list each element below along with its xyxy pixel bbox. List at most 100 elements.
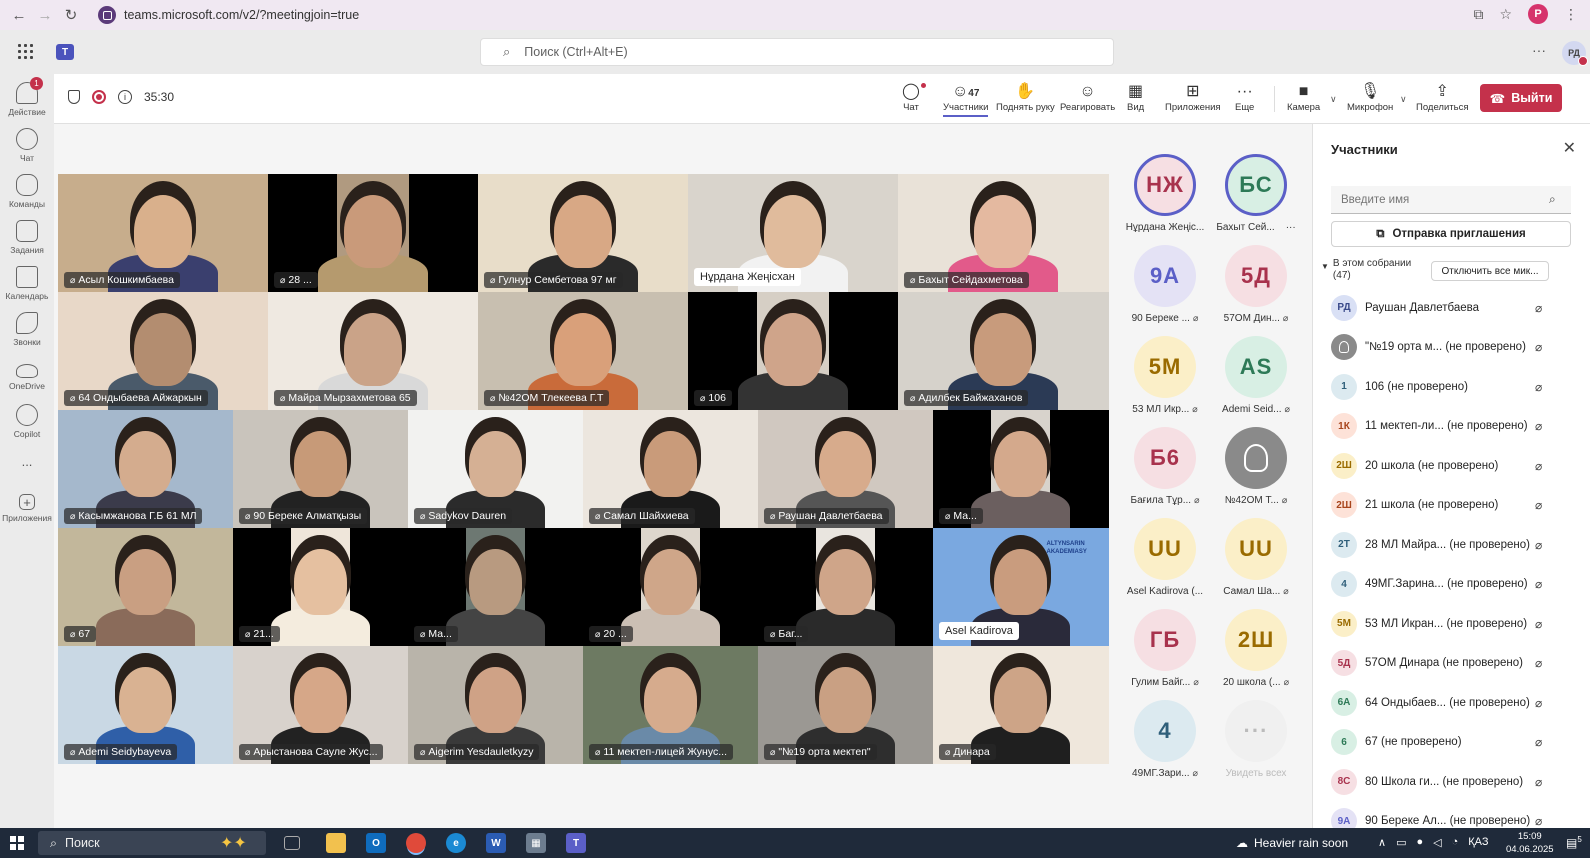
install-app-icon[interactable]: ⧉ [1473, 6, 1483, 23]
mic-off-icon[interactable]: ⌀ [1535, 301, 1542, 315]
user-avatar[interactable]: РД [1562, 41, 1588, 66]
video-tile[interactable]: ⌀ №42ОМ Тлекеева Г.Т [478, 292, 689, 410]
close-icon[interactable]: ✕ [1563, 138, 1576, 158]
video-tile[interactable]: ⌀ 28 ... [268, 174, 479, 292]
more-actions-button[interactable]: ··· Еще [1235, 82, 1254, 113]
react-button[interactable]: ☺ Реагировать [1060, 82, 1115, 113]
mic-off-icon[interactable]: ⌀ [1535, 380, 1542, 394]
participant-row[interactable]: 5М 53 МЛ Икран... (не проверено) ⌀ [1313, 604, 1590, 644]
video-tile[interactable]: Нұрдана Жеңісхан [688, 174, 899, 292]
video-tile[interactable]: ⌀ Aigerim Yesdauletkyzy [408, 646, 584, 764]
browser-menu-icon[interactable]: ⋮ [1564, 6, 1578, 23]
video-tile[interactable]: ⌀ Ademi Seidybayeva [58, 646, 234, 764]
gallery-avatar[interactable]: Б6 Бағила Тұр... ⌀ [1120, 427, 1210, 506]
mic-button[interactable]: 🎙 Микрофон [1347, 82, 1393, 113]
microphone-icon[interactable]: ● [1416, 836, 1423, 849]
rail-chat[interactable]: Чат [0, 128, 54, 163]
gallery-avatar[interactable]: НЖ Нұрдана Жеңіс... [1120, 154, 1210, 233]
video-tile[interactable]: ⌀ Адилбек Байжаханов [898, 292, 1109, 410]
participant-row[interactable]: "№19 орта м... (не проверено) ⌀ [1313, 328, 1590, 368]
rail-more[interactable]: ... [0, 454, 54, 469]
gallery-avatar[interactable]: 5М 53 МЛ Икр... ⌀ [1120, 336, 1210, 415]
rail-activity[interactable]: 1 Действие [0, 77, 54, 117]
video-tile[interactable]: ⌀ 20 ... [583, 528, 759, 646]
participant-row[interactable]: 8С 80 Школа ги... (не проверено) ⌀ [1313, 762, 1590, 802]
mic-off-icon[interactable]: ⌀ [1535, 577, 1542, 591]
mic-off-icon[interactable]: ⌀ [1535, 419, 1542, 433]
rail-teams[interactable]: Команды [0, 174, 54, 209]
rail-onedrive[interactable]: OneDrive [0, 358, 54, 391]
video-tile[interactable]: ⌀ 21... [233, 528, 409, 646]
video-tile[interactable]: ⌀ Гулнур Сембетова 97 мг [478, 174, 689, 292]
gallery-avatar[interactable]: AS Ademi Seid... ⌀ [1211, 336, 1301, 415]
participant-row[interactable]: 2Ш 21 школа (не проверено) ⌀ [1313, 486, 1590, 526]
video-tile[interactable]: ⌀ Майра Мырзахметова 65 [268, 292, 479, 410]
site-info-icon[interactable] [98, 6, 116, 24]
gallery-avatar[interactable]: UU Самал Ша... ⌀ [1211, 518, 1301, 597]
video-tile[interactable]: ⌀ 11 мектеп-лицей Жунус... [583, 646, 759, 764]
rail-copilot[interactable]: Copilot [0, 399, 54, 439]
windows-start-icon[interactable] [10, 836, 24, 850]
mic-options-chevron-icon[interactable]: ∨ [1400, 94, 1407, 105]
taskbar-clock[interactable]: 15:09 04.06.2025 [1506, 830, 1554, 856]
rail-calendar[interactable]: Календарь [0, 266, 54, 301]
gallery-avatar[interactable]: 2Ш 20 школа (... ⌀ [1211, 609, 1301, 688]
mic-off-icon[interactable]: ⌀ [1535, 735, 1542, 749]
participant-row[interactable]: 2Т 28 МЛ Майра... (не проверено) ⌀ [1313, 525, 1590, 565]
camera-button[interactable]: ■ Камера [1287, 82, 1320, 113]
video-tile[interactable]: ⌀ 64 Ондыбаева Айжаркын [58, 292, 269, 410]
see-all-button[interactable]: ··· Увидеть всех [1211, 700, 1301, 779]
participants-button[interactable]: ☺47 Участники [943, 82, 989, 117]
gallery-avatar[interactable]: 9А 90 Береке ... ⌀ [1120, 245, 1210, 324]
language-indicator[interactable]: ҚАЗ [1468, 836, 1488, 849]
raise-hand-button[interactable]: ✋ Поднять руку [996, 82, 1055, 113]
weather-widget[interactable]: ☁ Heavier rain soon [1236, 836, 1348, 850]
address-bar[interactable]: teams.microsoft.com/v2/?meetingjoin=true [98, 6, 359, 24]
video-tile[interactable]: ⌀ Самал Шайхиева [583, 410, 759, 528]
mic-off-icon[interactable]: ⌀ [1535, 617, 1542, 631]
in-meeting-section-header[interactable]: ▼ В этом собрании (47) [1321, 258, 1411, 282]
participant-row[interactable]: 2Ш 20 школа (не проверено) ⌀ [1313, 446, 1590, 486]
mic-off-icon[interactable]: ⌀ [1535, 814, 1542, 828]
settings-more-icon[interactable]: ··· [1532, 42, 1546, 58]
mic-off-icon[interactable]: ⌀ [1535, 656, 1542, 670]
participant-search-input[interactable] [1331, 186, 1571, 214]
file-explorer-icon[interactable] [326, 833, 346, 853]
video-tile[interactable]: ⌀ "№19 орта мектеп" [758, 646, 934, 764]
task-view-icon[interactable] [284, 836, 300, 850]
video-tile[interactable]: ⌀ 90 Береке Алматқызы [233, 410, 409, 528]
wifi-icon[interactable]: ◔ [1452, 836, 1459, 849]
outlook-icon[interactable]: O [366, 833, 386, 853]
video-tile[interactable]: ⌀ Динара [933, 646, 1109, 764]
participant-row[interactable]: 5Д 57ОМ Динара (не проверено) ⌀ [1313, 644, 1590, 684]
mute-all-button[interactable]: Отключить все мик... [1431, 261, 1549, 281]
video-tile[interactable]: ⌀ Асыл Кошкимбаева [58, 174, 269, 292]
video-tile[interactable]: ⌀ Касымжанова Г.Б 61 МЛ [58, 410, 234, 528]
share-button[interactable]: ⇪ Поделиться [1416, 82, 1468, 113]
gallery-avatar[interactable]: БС Бахыт Сей... ··· [1211, 154, 1301, 233]
browser-profile-avatar[interactable]: P [1528, 4, 1548, 24]
calculator-icon[interactable]: ▦ [526, 833, 546, 853]
rail-calls[interactable]: Звонки [0, 312, 54, 347]
video-tile[interactable]: ⌀ Арыстанова Сауле Жус... [233, 646, 409, 764]
bookmark-star-icon[interactable]: ☆ [1499, 6, 1512, 23]
global-search-input[interactable]: ⌕ Поиск (Ctrl+Alt+E) [480, 38, 1114, 66]
info-icon[interactable]: i [118, 90, 132, 104]
recording-icon[interactable] [92, 90, 106, 104]
video-tile[interactable]: ALTYNSARIN AKADEMIASY Asel Kadirova [933, 528, 1109, 646]
mic-off-icon[interactable]: ⌀ [1535, 696, 1542, 710]
reload-icon[interactable]: ↻ [58, 2, 84, 28]
notification-center-icon[interactable]: ▤5 [1566, 835, 1582, 850]
mic-off-icon[interactable]: ⌀ [1535, 538, 1542, 552]
mic-off-icon[interactable]: ⌀ [1535, 498, 1542, 512]
participant-row[interactable]: 1К 11 мектеп-ли... (не проверено) ⌀ [1313, 407, 1590, 447]
apps-button[interactable]: ⊞ Приложения [1165, 82, 1221, 113]
gallery-avatar[interactable]: UU Asel Kadirova (... [1120, 518, 1210, 597]
chat-button[interactable]: ◯ Чат [902, 82, 926, 113]
mic-off-icon[interactable]: ⌀ [1535, 775, 1542, 789]
video-tile[interactable]: ⌀ Sadykov Dauren [408, 410, 584, 528]
rail-assignments[interactable]: Задания [0, 220, 54, 255]
participant-row[interactable]: 9А 90 Береке Ал... (не проверено) ⌀ [1313, 802, 1590, 828]
view-button[interactable]: ▦ Вид [1127, 82, 1144, 113]
gallery-avatar[interactable]: №42ОМ Т... ⌀ [1211, 427, 1301, 506]
